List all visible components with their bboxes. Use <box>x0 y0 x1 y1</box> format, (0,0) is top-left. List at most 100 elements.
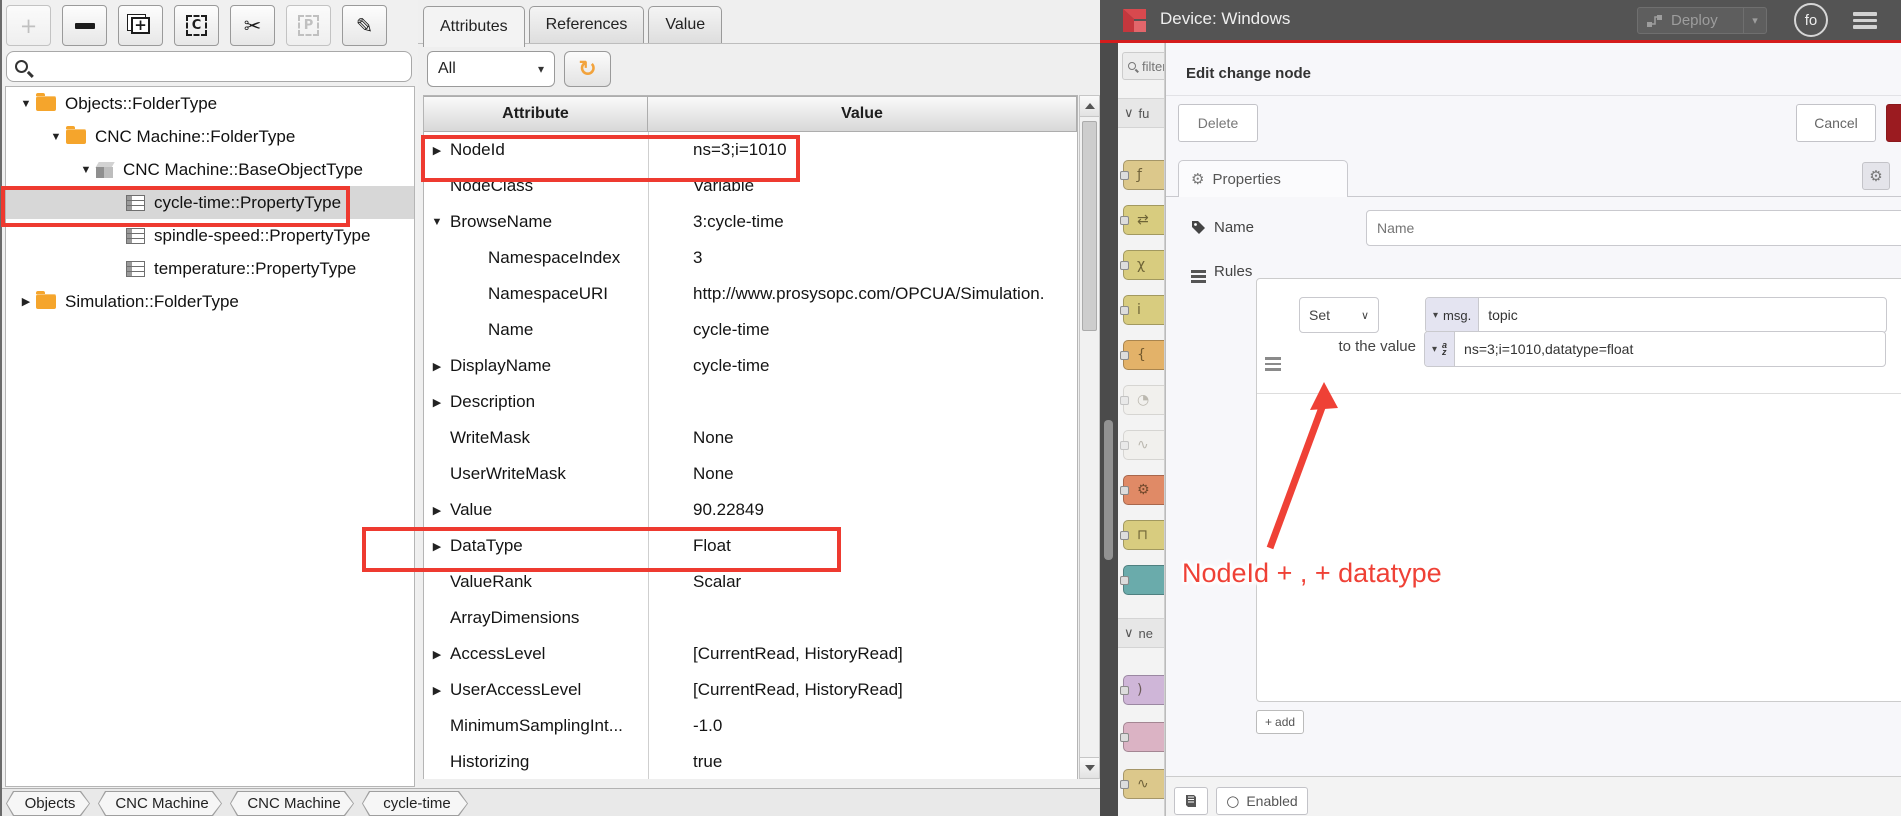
node-input-port <box>1120 441 1129 450</box>
copy-icon: C <box>186 15 207 36</box>
row-expand-icon[interactable]: ▶ <box>424 504 450 517</box>
string-type-icon: az <box>1442 340 1448 357</box>
palette-node[interactable] <box>1120 565 1164 595</box>
palette-scrollbar-thumb[interactable] <box>1104 420 1113 560</box>
tab-properties[interactable]: ⚙ Properties <box>1178 160 1348 197</box>
cancel-button[interactable]: Cancel <box>1796 104 1876 142</box>
duplicate-button[interactable]: + <box>118 5 163 46</box>
palette-node[interactable]: ∿ <box>1120 769 1164 799</box>
table-row[interactable]: Historizing true <box>424 744 1077 780</box>
table-row[interactable]: ▶ Value 90.22849 <box>424 492 1077 528</box>
scroll-down-button[interactable] <box>1080 757 1099 778</box>
table-row[interactable]: UserWriteMask None <box>424 456 1077 492</box>
rule-value-input[interactable] <box>1455 332 1885 366</box>
tree-item[interactable]: ▼ Objects::FolderType <box>6 87 414 120</box>
palette-node[interactable]: ƒ <box>1120 160 1164 190</box>
minus-icon <box>74 22 95 29</box>
minus-button[interactable] <box>62 5 107 46</box>
palette-node[interactable] <box>1120 722 1164 752</box>
name-input[interactable] <box>1366 210 1901 246</box>
palette-filter-input[interactable] <box>1140 57 1164 75</box>
plus-button[interactable]: + <box>6 5 51 46</box>
table-row[interactable]: WriteMask None <box>424 420 1077 456</box>
table-row[interactable]: ▶ DisplayName cycle-time <box>424 348 1077 384</box>
palette-node[interactable]: ⚙ <box>1120 475 1164 505</box>
node-input-port <box>1120 576 1129 585</box>
column-header-value[interactable]: Value <box>648 96 1077 132</box>
msg-prefix-label: msg. <box>1443 307 1472 323</box>
rule-target-input[interactable] <box>1479 298 1886 332</box>
row-expand-icon[interactable]: ▶ <box>424 684 450 697</box>
table-row[interactable]: MinimumSamplingInt... -1.0 <box>424 708 1077 744</box>
tree-toggle-icon[interactable]: ▼ <box>76 164 96 176</box>
table-row[interactable]: ArrayDimensions <box>424 600 1077 636</box>
rule-drag-handle[interactable] <box>1265 357 1281 371</box>
row-expand-icon[interactable]: ▶ <box>424 396 450 409</box>
plus-icon: + <box>1265 715 1273 729</box>
table-row[interactable]: ▶ Description <box>424 384 1077 420</box>
rule-value-type-button[interactable]: ▾ az <box>1425 332 1456 366</box>
tree-item[interactable]: ▼ CNC Machine::FolderType <box>6 120 414 153</box>
tree-item[interactable]: ▼ CNC Machine::BaseObjectType <box>6 153 414 186</box>
table-row[interactable]: Name cycle-time <box>424 312 1077 348</box>
tab-attributes[interactable]: Attributes <box>423 6 525 47</box>
breadcrumb-tab[interactable]: CNC Machine <box>230 791 354 816</box>
scissors-button[interactable]: ✂ <box>230 5 275 46</box>
user-badge[interactable]: fo <box>1794 3 1828 37</box>
done-button[interactable]: Done <box>1886 104 1901 142</box>
palette-category-fu[interactable]: ∨ fu <box>1118 98 1164 128</box>
table-row[interactable]: NamespaceIndex 3 <box>424 240 1077 276</box>
add-rule-button[interactable]: + add <box>1256 710 1305 734</box>
tree-toggle-icon[interactable]: ▶ <box>16 295 36 308</box>
rule-action-select[interactable]: Set ∨ <box>1299 297 1379 333</box>
palette-node[interactable]: ⊓ <box>1120 520 1164 550</box>
node-input-port <box>1120 351 1129 360</box>
table-row[interactable]: ▶ AccessLevel [CurrentRead, HistoryRead] <box>424 636 1077 672</box>
palette-category-ne[interactable]: ∨ ne <box>1118 618 1164 648</box>
palette-node[interactable]: ⇄ <box>1120 205 1164 235</box>
palette-node[interactable]: ◔ <box>1120 385 1164 415</box>
tree-toggle-icon[interactable]: ▼ <box>16 98 36 110</box>
table-row[interactable]: NamespaceURI http://www.prosysopc.com/OPC… <box>424 276 1077 312</box>
breadcrumb-tab[interactable]: cycle-time <box>362 791 468 816</box>
palette-node[interactable]: ) <box>1120 675 1164 705</box>
table-row[interactable]: ▼ BrowseName 3:cycle-time <box>424 204 1077 240</box>
search-input[interactable] <box>36 57 411 76</box>
table-scrollbar[interactable] <box>1079 95 1100 779</box>
palette-node[interactable]: ∿ <box>1120 430 1164 460</box>
refresh-button[interactable]: ↻ <box>564 51 611 87</box>
edit-properties-button[interactable]: ⚙ <box>1862 162 1890 190</box>
palette-node[interactable]: { <box>1120 340 1164 370</box>
tab-value[interactable]: Value <box>648 6 723 43</box>
deploy-button[interactable]: Deploy ▾ <box>1637 7 1767 34</box>
tree-item[interactable]: ▶ Simulation::FolderType <box>6 285 414 318</box>
palette-node[interactable]: i <box>1120 295 1164 325</box>
row-expand-icon[interactable]: ▶ <box>424 360 450 373</box>
tab-references[interactable]: References <box>528 6 645 43</box>
menu-icon[interactable] <box>1853 12 1877 29</box>
palette-node[interactable]: χ <box>1120 250 1164 280</box>
palette-filter-box[interactable] <box>1122 52 1164 80</box>
scrollbar-thumb[interactable] <box>1082 121 1097 331</box>
docs-button[interactable] <box>1174 787 1208 815</box>
paste-button[interactable]: P <box>286 5 331 46</box>
pencil-button[interactable]: ✎ <box>342 5 387 46</box>
tree-toggle-icon[interactable]: ▼ <box>46 131 66 143</box>
column-header-attribute[interactable]: Attribute <box>424 96 648 132</box>
tree-search-box[interactable] <box>6 51 412 82</box>
property-icon <box>126 260 145 277</box>
attribute-filter-dropdown[interactable]: All ▾ <box>427 51 555 87</box>
breadcrumb-tab[interactable]: Objects <box>6 791 90 816</box>
enabled-toggle[interactable]: ○ Enabled <box>1216 787 1308 815</box>
delete-button[interactable]: Delete <box>1178 104 1258 142</box>
copy-button[interactable]: C <box>174 5 219 46</box>
scroll-up-button[interactable] <box>1080 96 1099 117</box>
table-row[interactable]: ▶ UserAccessLevel [CurrentRead, HistoryRea… <box>424 672 1077 708</box>
annotation-text: NodeId + , + datatype <box>1182 558 1442 588</box>
deploy-dropdown-icon[interactable]: ▾ <box>1744 14 1766 27</box>
row-expand-icon[interactable]: ▶ <box>424 648 450 661</box>
tree-item[interactable]: temperature::PropertyType <box>6 252 414 285</box>
rule-target-type-button[interactable]: ▾ msg. <box>1426 298 1480 332</box>
row-expand-icon[interactable]: ▼ <box>424 216 450 228</box>
breadcrumb-tab[interactable]: CNC Machine <box>98 791 222 816</box>
